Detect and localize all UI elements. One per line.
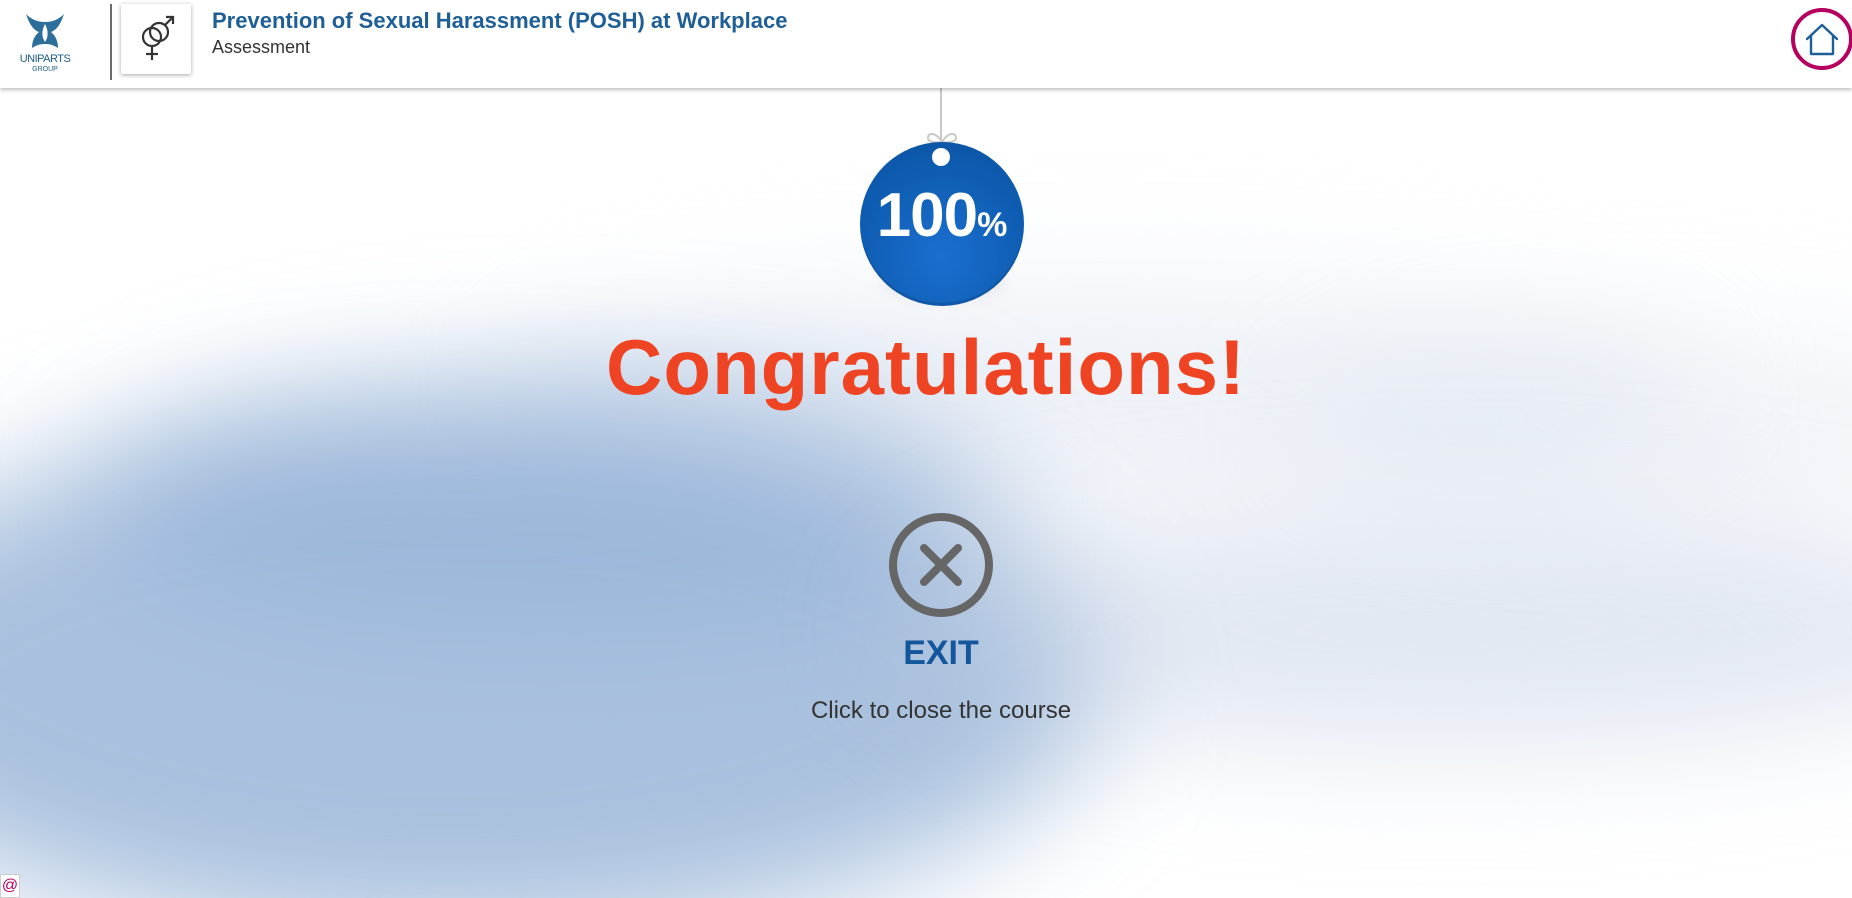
at-sign-icon[interactable]: @ xyxy=(0,874,20,898)
score-unit: % xyxy=(977,206,1008,244)
uniparts-logo: UNIPARTS GROUP xyxy=(12,8,78,78)
gender-symbols-icon xyxy=(121,4,191,74)
home-button[interactable] xyxy=(1791,8,1852,70)
logo-text: UNIPARTS xyxy=(19,53,71,65)
badge-hole xyxy=(932,148,950,166)
exit-button[interactable]: EXIT xyxy=(0,634,1852,673)
score-badge: 100% xyxy=(858,120,1026,320)
uniparts-logo-mark xyxy=(26,14,64,48)
exit-description: Click to close the course xyxy=(810,697,1072,724)
header-divider xyxy=(110,4,112,80)
course-header: UNIPARTS GROUP Prevention of Sexual Hara… xyxy=(0,0,1852,88)
close-circle-icon[interactable] xyxy=(888,512,994,618)
score-text: 100% xyxy=(858,180,1026,251)
logo-subtext: GROUP xyxy=(32,66,58,73)
score-value: 100 xyxy=(876,181,978,250)
course-title: Prevention of Sexual Harassment (POSH) a… xyxy=(212,8,788,33)
home-icon xyxy=(1805,23,1839,56)
congratulations-message: Congratulations! xyxy=(606,323,1246,411)
course-subtitle: Assessment xyxy=(212,37,311,57)
